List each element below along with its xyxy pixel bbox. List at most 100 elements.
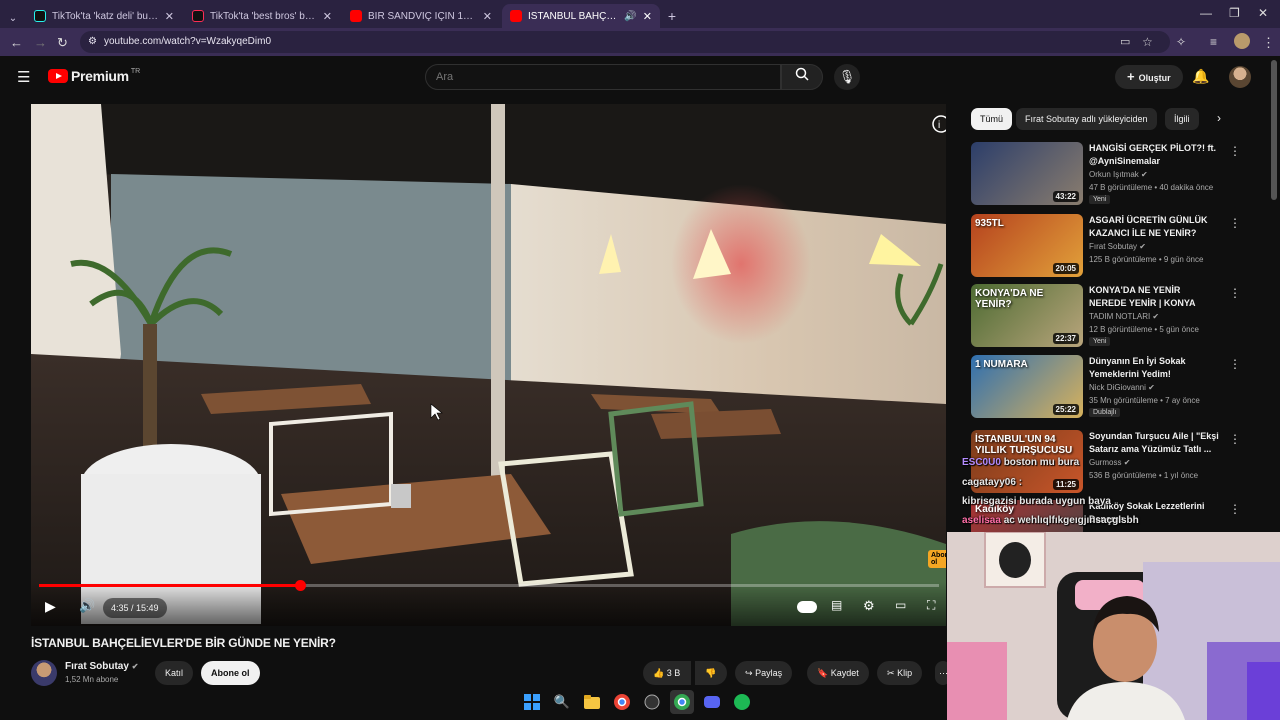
fullscreen-icon[interactable]: ⛶ <box>927 598 935 613</box>
video-thumbnail[interactable]: 1 NUMARA 25:22 <box>971 355 1083 418</box>
discord-icon[interactable] <box>700 690 724 714</box>
recommendation-channel[interactable]: Nick DiGiovanni ✔ <box>1089 383 1155 392</box>
recommendation-channel[interactable]: Gurmoss ✔ <box>1089 458 1130 467</box>
recommendation-title[interactable]: Soyundan Turşucu Aile | "Ekşi Satarız am… <box>1089 430 1219 456</box>
file-explorer-icon[interactable] <box>580 690 604 714</box>
forward-icon[interactable]: → <box>34 35 47 50</box>
restore-icon[interactable]: ❐ <box>1229 6 1240 20</box>
chip-all[interactable]: Tümü <box>971 108 1013 130</box>
play-icon[interactable]: ▶ <box>45 598 56 615</box>
video-thumbnail[interactable]: KONYA'DA NE YENİR? 22:37 <box>971 284 1083 347</box>
duration-badge: 11:25 <box>1052 479 1079 490</box>
account-avatar[interactable] <box>1229 66 1251 88</box>
channel-avatar[interactable] <box>31 660 57 686</box>
media-controls-icon[interactable]: ≡ <box>1210 35 1217 49</box>
volume-icon[interactable]: 🔊 <box>79 598 95 614</box>
notifications-bell-icon[interactable]: 🔔 <box>1192 68 1209 85</box>
join-button[interactable]: Katıl <box>155 661 194 685</box>
share-button[interactable]: ↪ Paylaş <box>735 661 793 685</box>
recommendation-item[interactable]: 43:22 HANGİSİ GERÇEK PİLOT?! ft. @AyniSin… <box>971 142 1271 206</box>
recommendation-channel[interactable]: Orkun Işıtmak ✔ <box>1089 170 1148 179</box>
subscribe-button[interactable]: Abone ol <box>201 661 260 685</box>
voice-search-button[interactable]: 🎙 <box>834 64 860 90</box>
chat-message: ESC0U0 boston mu bura <box>962 457 1079 468</box>
back-icon[interactable]: ← <box>10 35 23 50</box>
video-player[interactable]: i ▶ 🔊 4:35 / 15:49 ▤ ⚙ ▭ ⛶ Abone ol <box>31 104 946 626</box>
close-tab-icon[interactable]: ✕ <box>483 10 492 23</box>
more-options-icon[interactable]: ⋮ <box>1229 144 1241 158</box>
more-options-icon[interactable]: ⋮ <box>1229 502 1241 516</box>
recommendation-badge: Yeni <box>1089 337 1111 346</box>
progress-scrubber[interactable] <box>295 580 306 591</box>
new-tab-button[interactable]: + <box>662 4 682 28</box>
chrome-active-icon[interactable] <box>670 690 694 714</box>
subscribe-watermark[interactable]: Abone ol <box>928 550 946 568</box>
settings-gear-icon[interactable]: ⚙ <box>863 598 875 614</box>
close-tab-icon[interactable]: ✕ <box>643 10 652 23</box>
create-button[interactable]: + Oluştur <box>1115 65 1183 89</box>
close-tab-icon[interactable]: ✕ <box>323 10 332 23</box>
recommendation-title[interactable]: HANGİSİ GERÇEK PİLOT?! ft. @AyniSinemala… <box>1089 142 1219 168</box>
chevron-right-icon[interactable]: › <box>1217 111 1221 125</box>
reload-icon[interactable]: ↻ <box>57 35 68 51</box>
recommendation-channel[interactable]: TADIM NOTLARI ✔ <box>1089 312 1159 321</box>
dislike-button[interactable]: 👎 <box>695 661 727 685</box>
subtitles-icon[interactable]: ▤ <box>831 598 842 612</box>
progress-bar[interactable] <box>39 580 939 591</box>
chrome-icon[interactable] <box>610 690 634 714</box>
clip-button[interactable]: ✂ Klip <box>877 661 923 685</box>
bookmark-star-icon[interactable]: ☆ <box>1142 35 1153 49</box>
recommendation-item[interactable]: 935TL 20:05 ASGARİ ÜCRETİN GÜNLÜK KAZANCI … <box>971 214 1271 278</box>
spotify-icon[interactable] <box>730 690 754 714</box>
tab-2[interactable]: TikTok'ta 'best bros' bulabilirsin✕ <box>184 4 340 28</box>
tab-1[interactable]: TikTok'ta 'katz deli' bulabilirsin✕ <box>26 4 182 28</box>
recommendation-item[interactable]: KONYA'DA NE YENİR? 22:37 KONYA'DA NE YENİR… <box>971 284 1271 348</box>
minimize-icon[interactable]: — <box>1200 6 1212 20</box>
channel-row: Fırat Sobutay ✔ 1,52 Mn abone Katıl Abon… <box>31 658 951 688</box>
like-button[interactable]: 👍 3 B <box>643 661 691 685</box>
recommendation-title[interactable]: KONYA'DA NE YENİR NEREDE YENİR | KONYA T… <box>1089 284 1219 310</box>
search-button[interactable] <box>781 64 823 90</box>
close-window-icon[interactable]: ✕ <box>1258 6 1268 20</box>
more-options-icon[interactable]: ⋮ <box>1229 357 1241 371</box>
theater-mode-icon[interactable]: ▭ <box>895 598 906 612</box>
profile-icon[interactable] <box>1234 33 1250 49</box>
chip-from-uploader[interactable]: Fırat Sobutay adlı yükleyiciden <box>1016 108 1157 130</box>
recommendation-title[interactable]: ASGARİ ÜCRETİN GÜNLÜK KAZANCI İLE NE YEN… <box>1089 214 1219 240</box>
recommendation-channel[interactable]: Fırat Sobutay ✔ <box>1089 242 1146 251</box>
extensions-icon[interactable]: ✧ <box>1176 35 1186 49</box>
tab-3[interactable]: BİR SANDVİÇ İÇİN 10 GÜN !! (F✕ <box>342 4 500 28</box>
more-options-icon[interactable]: ⋮ <box>1229 432 1241 446</box>
tab-4[interactable]: İSTANBUL BAHÇELİEVLER'D 🔊✕ <box>502 4 660 28</box>
verified-icon: ✔ <box>1139 242 1146 251</box>
channel-name[interactable]: Fırat Sobutay ✔ <box>65 661 138 672</box>
recommendation-item[interactable]: 1 NUMARA 25:22 Dünyanın En İyi Sokak Yemek… <box>971 355 1271 419</box>
recommendation-meta: 125 B görüntüleme • 9 gün önce <box>1089 255 1204 264</box>
chip-related[interactable]: İlgili <box>1165 108 1199 130</box>
recommendation-meta: 47 B görüntüleme • 40 dakika önce <box>1089 183 1214 192</box>
search-input[interactable] <box>425 64 781 90</box>
close-tab-icon[interactable]: ✕ <box>165 10 174 23</box>
youtube-logo[interactable]: Premium TR <box>48 68 140 84</box>
search-icon[interactable]: 🔍 <box>550 690 574 714</box>
scrollbar[interactable] <box>1271 60 1277 200</box>
video-thumbnail[interactable]: 43:22 <box>971 142 1083 205</box>
autoplay-toggle[interactable] <box>797 601 817 613</box>
tiktok-icon <box>192 10 204 22</box>
cast-icon[interactable]: ▭ <box>1120 35 1130 48</box>
url-field[interactable]: ⚙ youtube.com/watch?v=WzakyqeDim0 <box>80 31 1170 53</box>
chat-text: ac wehlıqlfıkgeıgjınsaçglsbh <box>1003 515 1139 526</box>
speaker-icon[interactable]: 🔊 <box>624 11 636 22</box>
tab-search-button[interactable]: ⌄ <box>4 6 22 30</box>
more-options-icon[interactable]: ⋮ <box>1229 216 1241 230</box>
video-thumbnail[interactable]: 935TL 20:05 <box>971 214 1083 277</box>
hamburger-menu-icon[interactable]: ☰ <box>17 68 30 86</box>
menu-icon[interactable]: ⋮ <box>1262 35 1275 51</box>
more-options-icon[interactable]: ⋮ <box>1229 286 1241 300</box>
chat-username: cagatayy06 <box>962 477 1016 488</box>
recommendation-title[interactable]: Dünyanın En İyi Sokak Yemeklerini Yedim! <box>1089 355 1219 381</box>
windows-start-icon[interactable] <box>520 690 544 714</box>
obs-icon[interactable] <box>640 690 664 714</box>
save-button[interactable]: 🔖 Kaydet <box>807 661 869 685</box>
site-info-icon[interactable]: ⚙ <box>88 31 97 53</box>
